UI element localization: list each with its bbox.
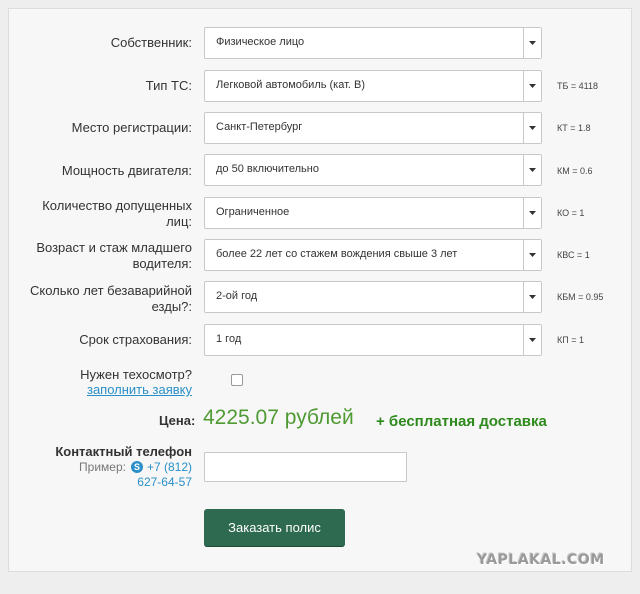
registration-label: Место регистрации: <box>71 120 192 135</box>
coef-tb: ТБ = 4118 <box>557 81 599 91</box>
accident-free-label: Сколько лет безаварийной езды?: <box>30 283 192 314</box>
chevron-down-icon[interactable] <box>523 282 541 312</box>
owner-select-value: Физическое лицо <box>216 36 305 48</box>
coef-kt: КТ = 1.8 <box>557 123 591 133</box>
allowed-persons-label: Количество допущенных лиц: <box>42 198 192 229</box>
watermark: YAPLAKAL.COM <box>477 552 605 568</box>
phone-link-part1[interactable]: +7 (812) <box>147 460 192 474</box>
chevron-down-icon[interactable] <box>523 325 541 355</box>
registration-select-value: Санкт-Петербург <box>216 121 303 133</box>
vehicle-type-select-value: Легковой автомобиль (кат. В) <box>216 79 366 91</box>
chevron-down-icon[interactable] <box>523 113 541 143</box>
insurance-term-select-value: 1 год <box>216 333 242 345</box>
driver-age-select[interactable]: более 22 лет со стажем вождения свыше 3 … <box>204 239 542 271</box>
apply-link[interactable]: заполнить заявку <box>87 382 192 398</box>
free-delivery: + бесплатная доставка <box>376 413 547 430</box>
skype-icon: S <box>130 461 143 473</box>
coef-kvs: КВС = 1 <box>557 250 590 260</box>
insurance-term-select[interactable]: 1 год <box>204 324 542 356</box>
driver-age-select-value: более 22 лет со стажем вождения свыше 3 … <box>216 248 458 260</box>
phone-link-part2[interactable]: 627-64-57 <box>137 475 192 489</box>
registration-select[interactable]: Санкт-Петербург <box>204 112 542 144</box>
accident-free-select[interactable]: 2-ой год <box>204 281 542 313</box>
coef-kp: КП = 1 <box>557 335 584 345</box>
price-value: 4225.07 рублей <box>203 406 354 429</box>
vehicle-type-select[interactable]: Легковой автомобиль (кат. В) <box>204 70 542 102</box>
inspection-checkbox[interactable] <box>231 374 243 386</box>
coef-kbm: КБМ = 0.95 <box>557 292 604 302</box>
chevron-down-icon[interactable] <box>523 71 541 101</box>
chevron-down-icon[interactable] <box>523 28 541 58</box>
chevron-down-icon[interactable] <box>523 240 541 270</box>
order-policy-button[interactable]: Заказать полис <box>204 509 345 546</box>
allowed-persons-select-value: Ограниченное <box>216 206 290 218</box>
insurance-term-label: Срок страхования: <box>79 332 192 347</box>
engine-power-select[interactable]: до 50 включительно <box>204 154 542 186</box>
allowed-persons-select[interactable]: Ограниченное <box>204 197 542 229</box>
engine-power-select-value: до 50 включительно <box>216 163 319 175</box>
price-label: Цена: <box>159 413 196 428</box>
chevron-down-icon[interactable] <box>523 198 541 228</box>
accident-free-select-value: 2-ой год <box>216 290 258 302</box>
inspection-question: Нужен техосмотр? <box>80 367 192 382</box>
engine-power-label: Мощность двигателя: <box>61 163 192 178</box>
chevron-down-icon[interactable] <box>523 155 541 185</box>
owner-select[interactable]: Физическое лицо <box>204 27 542 59</box>
driver-age-label: Возраст и стаж младшего водителя: <box>36 240 192 271</box>
vehicle-type-label: Тип ТС: <box>145 78 192 93</box>
coef-km: КМ = 0.6 <box>557 166 593 176</box>
phone-example: Пример: S +7 (812) <box>79 460 192 474</box>
phone-input[interactable] <box>204 452 407 482</box>
coef-ko: КО = 1 <box>557 208 585 218</box>
contact-phone-title: Контактный телефон <box>55 444 192 459</box>
owner-label: Собственник: <box>110 35 192 50</box>
example-label: Пример: <box>79 460 126 474</box>
